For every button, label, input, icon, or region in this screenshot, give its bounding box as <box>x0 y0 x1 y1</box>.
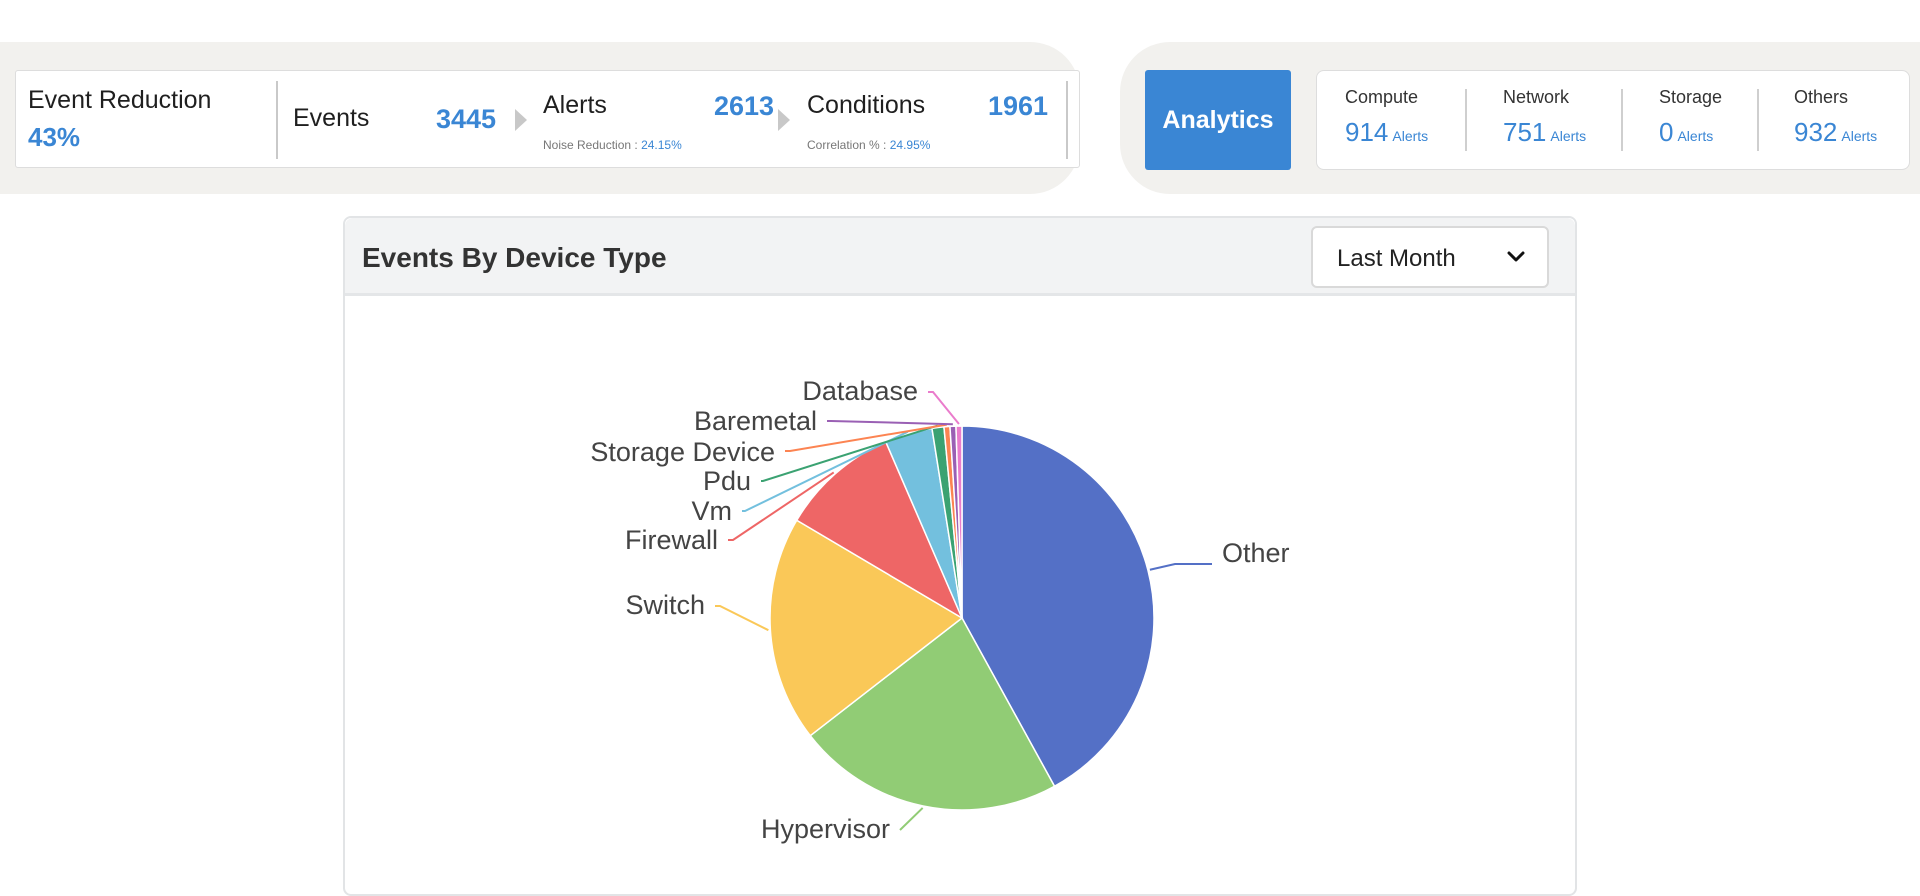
alerts-value: 2613 <box>714 91 775 121</box>
pie-leader-line <box>899 807 924 831</box>
conditions-label: Conditions <box>807 91 926 119</box>
device-type-pie-chart: Other Hypervisor Switch FirewallVmPduStorag… <box>590 376 1290 844</box>
events-stat[interactable]: Events 3445 <box>278 71 528 167</box>
conditions-stat[interactable]: Conditions 1961 Correlation % : 24.95% <box>805 71 1067 167</box>
category-others[interactable]: Others 932 Alerts <box>1794 71 1909 169</box>
pie-label-switch: Switch <box>625 590 705 620</box>
category-network[interactable]: Network 751 Alerts <box>1503 71 1633 169</box>
pie-label-hypervisor: Hypervisor <box>761 814 890 844</box>
events-value: 3445 <box>436 104 497 134</box>
category-value: 0 Alerts <box>1659 117 1714 147</box>
pie-label-vm: Vm <box>692 496 733 526</box>
category-label: Others <box>1794 87 1849 107</box>
alerts-label: Alerts <box>543 91 607 119</box>
events-label: Events <box>293 104 370 132</box>
divider <box>1757 89 1759 151</box>
pie-leader-line <box>928 391 960 425</box>
pie-label-pdu: Pdu <box>703 466 751 496</box>
divider <box>1465 89 1467 151</box>
category-value: 751 Alerts <box>1503 117 1587 147</box>
category-compute[interactable]: Compute 914 Alerts <box>1345 71 1475 169</box>
event-reduction-value: 43% <box>28 122 81 152</box>
event-stats-bar: Event Reduction 43% Events 3445 Alerts 2… <box>0 42 1080 194</box>
category-value: 914 Alerts <box>1345 117 1429 147</box>
category-label: Network <box>1503 87 1570 107</box>
category-storage[interactable]: Storage 0 Alerts <box>1659 71 1769 169</box>
category-label: Storage <box>1659 87 1723 107</box>
pie-label-other: Other <box>1222 538 1290 568</box>
pie-label-firewall: Firewall <box>625 525 718 555</box>
analytics-button[interactable]: Analytics <box>1145 70 1291 170</box>
pie-label-baremetal: Baremetal <box>694 406 817 436</box>
conditions-value: 1961 <box>988 91 1049 121</box>
correlation: Correlation % : 24.95% <box>807 138 931 152</box>
arrow-right-icon <box>778 109 790 131</box>
pie-leader-line <box>1149 563 1212 571</box>
pie-leader-line <box>715 605 769 632</box>
divider <box>1066 81 1068 159</box>
category-value: 932 Alerts <box>1794 117 1878 147</box>
event-reduction-stat: Event Reduction 43% <box>16 71 276 167</box>
event-reduction-label: Event Reduction <box>28 86 212 114</box>
divider <box>1621 89 1623 151</box>
category-label: Compute <box>1345 87 1419 107</box>
pie-label-storage-device: Storage Device <box>590 437 775 467</box>
pie-leader-line <box>827 420 953 426</box>
noise-reduction: Noise Reduction : 24.15% <box>543 138 682 152</box>
alert-categories: Compute 914 Alerts Network 751 Alerts Stor… <box>1316 70 1910 170</box>
alerts-stat[interactable]: Alerts 2613 Noise Reduction : 24.15% <box>541 71 791 167</box>
events-by-device-panel: Events By Device Type Last Month Other Hy… <box>343 216 1577 896</box>
event-stats-box: Event Reduction 43% Events 3445 Alerts 2… <box>15 70 1080 168</box>
arrow-right-icon <box>515 109 527 131</box>
analytics-bar: Analytics Compute 914 Alerts Network 751 A… <box>1120 42 1920 194</box>
pie-label-database: Database <box>802 376 918 406</box>
